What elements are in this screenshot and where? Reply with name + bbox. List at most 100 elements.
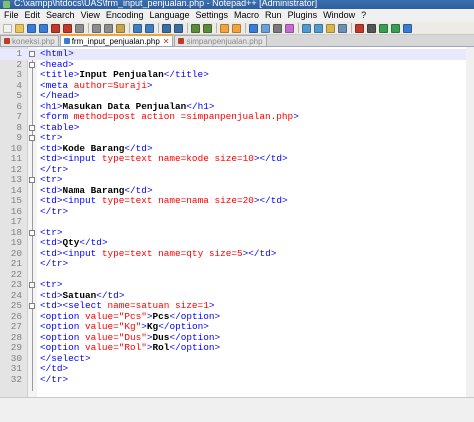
save-macro-icon[interactable] (403, 23, 412, 33)
code-line[interactable]: 32 </tr> (0, 373, 474, 386)
toolbar-separator (129, 23, 130, 33)
status-bar (0, 397, 474, 422)
find-icon[interactable] (162, 23, 171, 33)
code-text: </tr> (40, 205, 69, 217)
fold-toggle-icon[interactable] (29, 177, 35, 183)
line-number: 32 (10, 373, 22, 385)
code-line[interactable]: 20 <td><input type=text name=qty size=5><… (0, 247, 474, 260)
menu-settings[interactable]: Settings (193, 9, 232, 22)
code-line[interactable]: 30 </select> (0, 353, 474, 365)
paste-icon[interactable] (116, 23, 125, 33)
code-line[interactable]: 17 (0, 216, 474, 228)
vertical-scrollbar[interactable] (466, 47, 474, 397)
window-title: C:\xampp\htdocs\UAS\frm_input_penjualan.… (14, 0, 318, 8)
code-line[interactable]: 31 </td> (0, 363, 474, 375)
fold-toggle-icon[interactable] (29, 135, 35, 141)
close-all-icon[interactable] (63, 23, 72, 33)
title-bar: C:\xampp\htdocs\UAS\frm_input_penjualan.… (0, 0, 474, 9)
stop-record-icon[interactable] (367, 23, 376, 33)
print-icon[interactable] (75, 23, 84, 33)
zoom-in-icon[interactable] (191, 23, 200, 33)
record-macro-icon[interactable] (355, 23, 364, 33)
code-line[interactable]: 21 </tr> (0, 258, 474, 270)
sync-h-icon[interactable] (232, 23, 241, 33)
line-number: 13 (10, 174, 22, 185)
all-chars-icon[interactable] (261, 23, 270, 33)
menu-help[interactable]: ? (358, 9, 369, 22)
menu-edit[interactable]: Edit (22, 9, 44, 22)
menu-bar: File Edit Search View Encoding Language Settin… (0, 9, 474, 22)
code-line[interactable]: 12 </tr> (0, 164, 474, 176)
wrap-icon[interactable] (249, 23, 258, 33)
run-macro-multiple-icon[interactable] (391, 23, 400, 33)
line-number: 21 (10, 258, 22, 269)
fold-toggle-icon[interactable] (29, 124, 35, 131)
save-all-icon[interactable] (39, 23, 48, 33)
save-icon[interactable] (27, 23, 36, 33)
close-tab-icon[interactable]: ✕ (163, 36, 170, 47)
menu-window[interactable]: Window (320, 9, 358, 22)
fold-toggle-icon[interactable] (29, 303, 35, 309)
menu-file[interactable]: File (0, 9, 22, 22)
line-number: 11 (10, 153, 22, 164)
code-line[interactable]: 22 (0, 269, 474, 281)
fold-toggle-icon[interactable] (29, 61, 35, 68)
code-text: </tr> (40, 373, 69, 385)
code-text: <td><input type=text name=nama size=20><… (40, 195, 288, 206)
code-line[interactable]: 8 <table> (0, 122, 474, 134)
udl-icon[interactable] (285, 23, 294, 33)
line-number: 3 (16, 69, 22, 80)
toolbar-separator (158, 23, 159, 33)
menu-plugins[interactable]: Plugins (285, 9, 321, 22)
cut-icon[interactable] (92, 23, 101, 33)
indent-guide-icon[interactable] (273, 23, 282, 33)
open-file-icon[interactable] (15, 23, 24, 33)
line-number: 27 (10, 321, 22, 332)
folder-workspace-icon[interactable] (326, 23, 335, 33)
tab-label: koneksi.php (12, 36, 55, 46)
toolbar-separator (351, 23, 352, 33)
close-icon[interactable] (51, 23, 60, 33)
file-icon (4, 38, 10, 44)
fold-toggle-icon[interactable] (29, 51, 35, 57)
fold-toggle-icon[interactable] (29, 282, 35, 288)
tab-frm-input-penjualan[interactable]: frm_input_penjualan.php ✕ (59, 34, 174, 47)
tab-koneksi[interactable]: koneksi.php (0, 35, 59, 46)
toolbar-separator (187, 23, 188, 33)
tab-bar: koneksi.php frm_input_penjualan.php ✕ simpa… (0, 34, 474, 47)
menu-encoding[interactable]: Encoding (103, 9, 147, 22)
line-number: 1 (16, 48, 22, 59)
code-text: <td><input type=text name=kode size=10><… (40, 153, 288, 164)
menu-run[interactable]: Run (262, 9, 285, 22)
line-number: 25 (10, 300, 22, 311)
line-number: 5 (16, 90, 22, 101)
doc-map-icon[interactable] (302, 23, 311, 33)
fold-toggle-icon[interactable] (29, 229, 35, 236)
menu-macro[interactable]: Macro (231, 9, 262, 22)
toolbar-separator (88, 23, 89, 33)
code-text: <td><input type=text name=qty size=5></t… (40, 247, 277, 259)
line-number: 29 (10, 342, 22, 353)
play-macro-icon[interactable] (379, 23, 388, 33)
replace-icon[interactable] (174, 23, 183, 33)
code-line[interactable]: 16 </tr> (0, 205, 474, 218)
undo-icon[interactable] (133, 23, 142, 33)
tab-label: simpanpenjualan.php (186, 36, 263, 46)
menu-search[interactable]: Search (43, 9, 78, 22)
code-line[interactable]: 15 <td><input type=text name=nama size=20… (0, 195, 474, 207)
menu-view[interactable]: View (78, 9, 103, 22)
monitor-icon[interactable] (338, 23, 347, 33)
code-editor[interactable]: 1 <html> 2 <head> 3 <title>Input Penjualan</t… (0, 47, 474, 397)
zoom-out-icon[interactable] (203, 23, 212, 33)
line-number: 17 (10, 216, 22, 227)
new-file-icon[interactable] (3, 23, 12, 33)
redo-icon[interactable] (145, 23, 154, 33)
copy-icon[interactable] (104, 23, 113, 33)
code-line[interactable]: 11 <td><input type=text name=kode size=10… (0, 153, 474, 165)
line-number: 23 (10, 279, 22, 290)
tab-simpanpenjualan[interactable]: simpanpenjualan.php (174, 35, 267, 46)
file-icon (178, 38, 185, 44)
menu-language[interactable]: Language (146, 9, 192, 22)
function-list-icon[interactable] (314, 23, 323, 33)
sync-v-icon[interactable] (220, 23, 229, 33)
